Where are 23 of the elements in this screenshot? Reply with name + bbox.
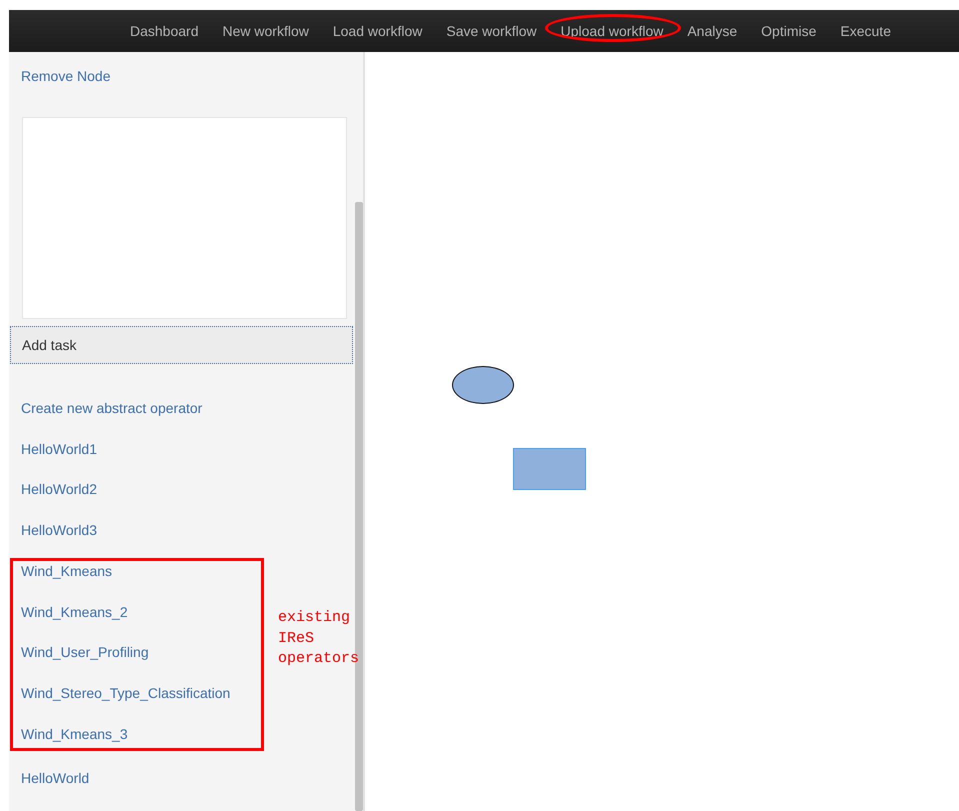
nav-link[interactable]: New workflow xyxy=(210,10,321,52)
rectangle-node[interactable] xyxy=(513,448,586,490)
operator-link[interactable]: Wind_Stereo_Type_Classification xyxy=(13,683,261,704)
operator-link[interactable]: Wind_Kmeans_3 xyxy=(13,724,261,744)
operator-link[interactable]: Wind_Kmeans xyxy=(13,561,261,582)
operator-link[interactable]: HelloWorld1 xyxy=(9,438,355,459)
operator-link[interactable]: HelloWorld xyxy=(9,768,355,788)
operator-link[interactable]: HelloWorld3 xyxy=(9,520,355,540)
nav-link[interactable]: Save workflow xyxy=(434,10,549,52)
nav-link[interactable]: Upload workflow xyxy=(548,10,676,52)
nav-link[interactable]: Dashboard xyxy=(118,10,210,52)
operator-link[interactable]: HelloWorld2 xyxy=(9,479,355,500)
operator-link[interactable]: Create new abstract operator xyxy=(9,398,355,418)
operator-link[interactable]: Wind_Kmeans_2 xyxy=(13,602,261,622)
nav-link[interactable]: Execute xyxy=(828,10,903,52)
nav-link[interactable]: Load workflow xyxy=(320,10,434,52)
remove-node-link[interactable]: Remove Node xyxy=(21,66,110,86)
nav-link[interactable]: Analyse xyxy=(675,10,750,52)
text-area[interactable] xyxy=(22,117,347,319)
operator-link[interactable]: Wind_User_Profiling xyxy=(13,642,261,662)
nav-link[interactable]: Optimise xyxy=(749,10,828,52)
add-task-header[interactable]: Add task xyxy=(10,326,353,364)
annotation-note: existing IReS operators xyxy=(278,608,360,670)
